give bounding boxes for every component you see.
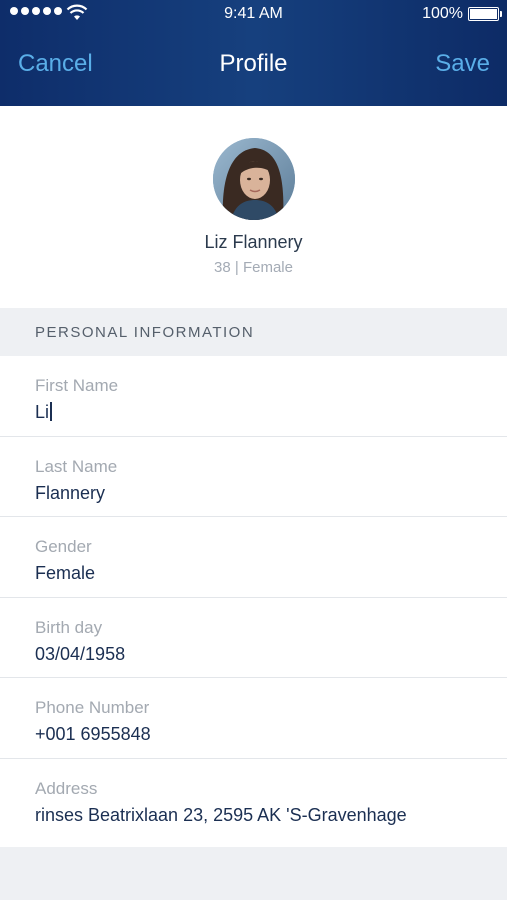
avatar-photo xyxy=(213,138,295,220)
address-field[interactable]: Address rinses Beatrixlaan 23, 2595 AK '… xyxy=(0,759,507,847)
first-name-input[interactable]: Li xyxy=(35,402,52,423)
profile-name: Liz Flannery xyxy=(204,232,303,252)
first-name-field[interactable]: First Name Li xyxy=(0,356,507,437)
profile-age-gender: 38 | Female xyxy=(214,259,293,276)
last-name-field[interactable]: Last Name Flannery xyxy=(0,437,507,517)
first-name-label: First Name xyxy=(35,376,119,395)
gender-field[interactable]: Gender Female xyxy=(0,517,507,598)
section-title: PERSONAL INFORMATION xyxy=(35,324,255,341)
text-cursor xyxy=(50,402,52,421)
gender-input[interactable]: Female xyxy=(35,563,95,584)
battery-percentage: 100% xyxy=(422,5,463,22)
birthday-input[interactable]: 03/04/1958 xyxy=(35,644,125,665)
battery-icon xyxy=(468,7,502,21)
status-bar: 9:41 AM 100% xyxy=(0,0,507,30)
last-name-label: Last Name xyxy=(35,456,118,476)
cancel-button[interactable]: Cancel xyxy=(18,50,93,78)
address-input[interactable]: rinses Beatrixlaan 23, 2595 AK 'S-Graven… xyxy=(35,805,407,826)
avatar[interactable] xyxy=(213,138,295,220)
phone-number-input[interactable]: +001 6955848 xyxy=(35,724,151,745)
save-button[interactable]: Save xyxy=(435,50,490,78)
last-name-input[interactable]: Flannery xyxy=(35,483,105,504)
personal-info-form: First Name Li Last Name Flannery Gender … xyxy=(0,356,507,847)
phone-number-label: Phone Number xyxy=(35,698,150,717)
address-label: Address xyxy=(35,778,98,798)
phone-number-field[interactable]: Phone Number +001 6955848 xyxy=(0,678,507,759)
birthday-label: Birth day xyxy=(35,617,103,637)
section-header: PERSONAL INFORMATION xyxy=(0,308,507,356)
profile-header: Liz Flannery 38 | Female xyxy=(0,106,507,308)
birthday-field[interactable]: Birth day 03/04/1958 xyxy=(0,598,507,678)
gender-label: Gender xyxy=(35,537,92,556)
navigation-bar: 9:41 AM 100% Cancel Profile Save xyxy=(0,0,507,106)
first-name-value: Li xyxy=(35,402,50,422)
